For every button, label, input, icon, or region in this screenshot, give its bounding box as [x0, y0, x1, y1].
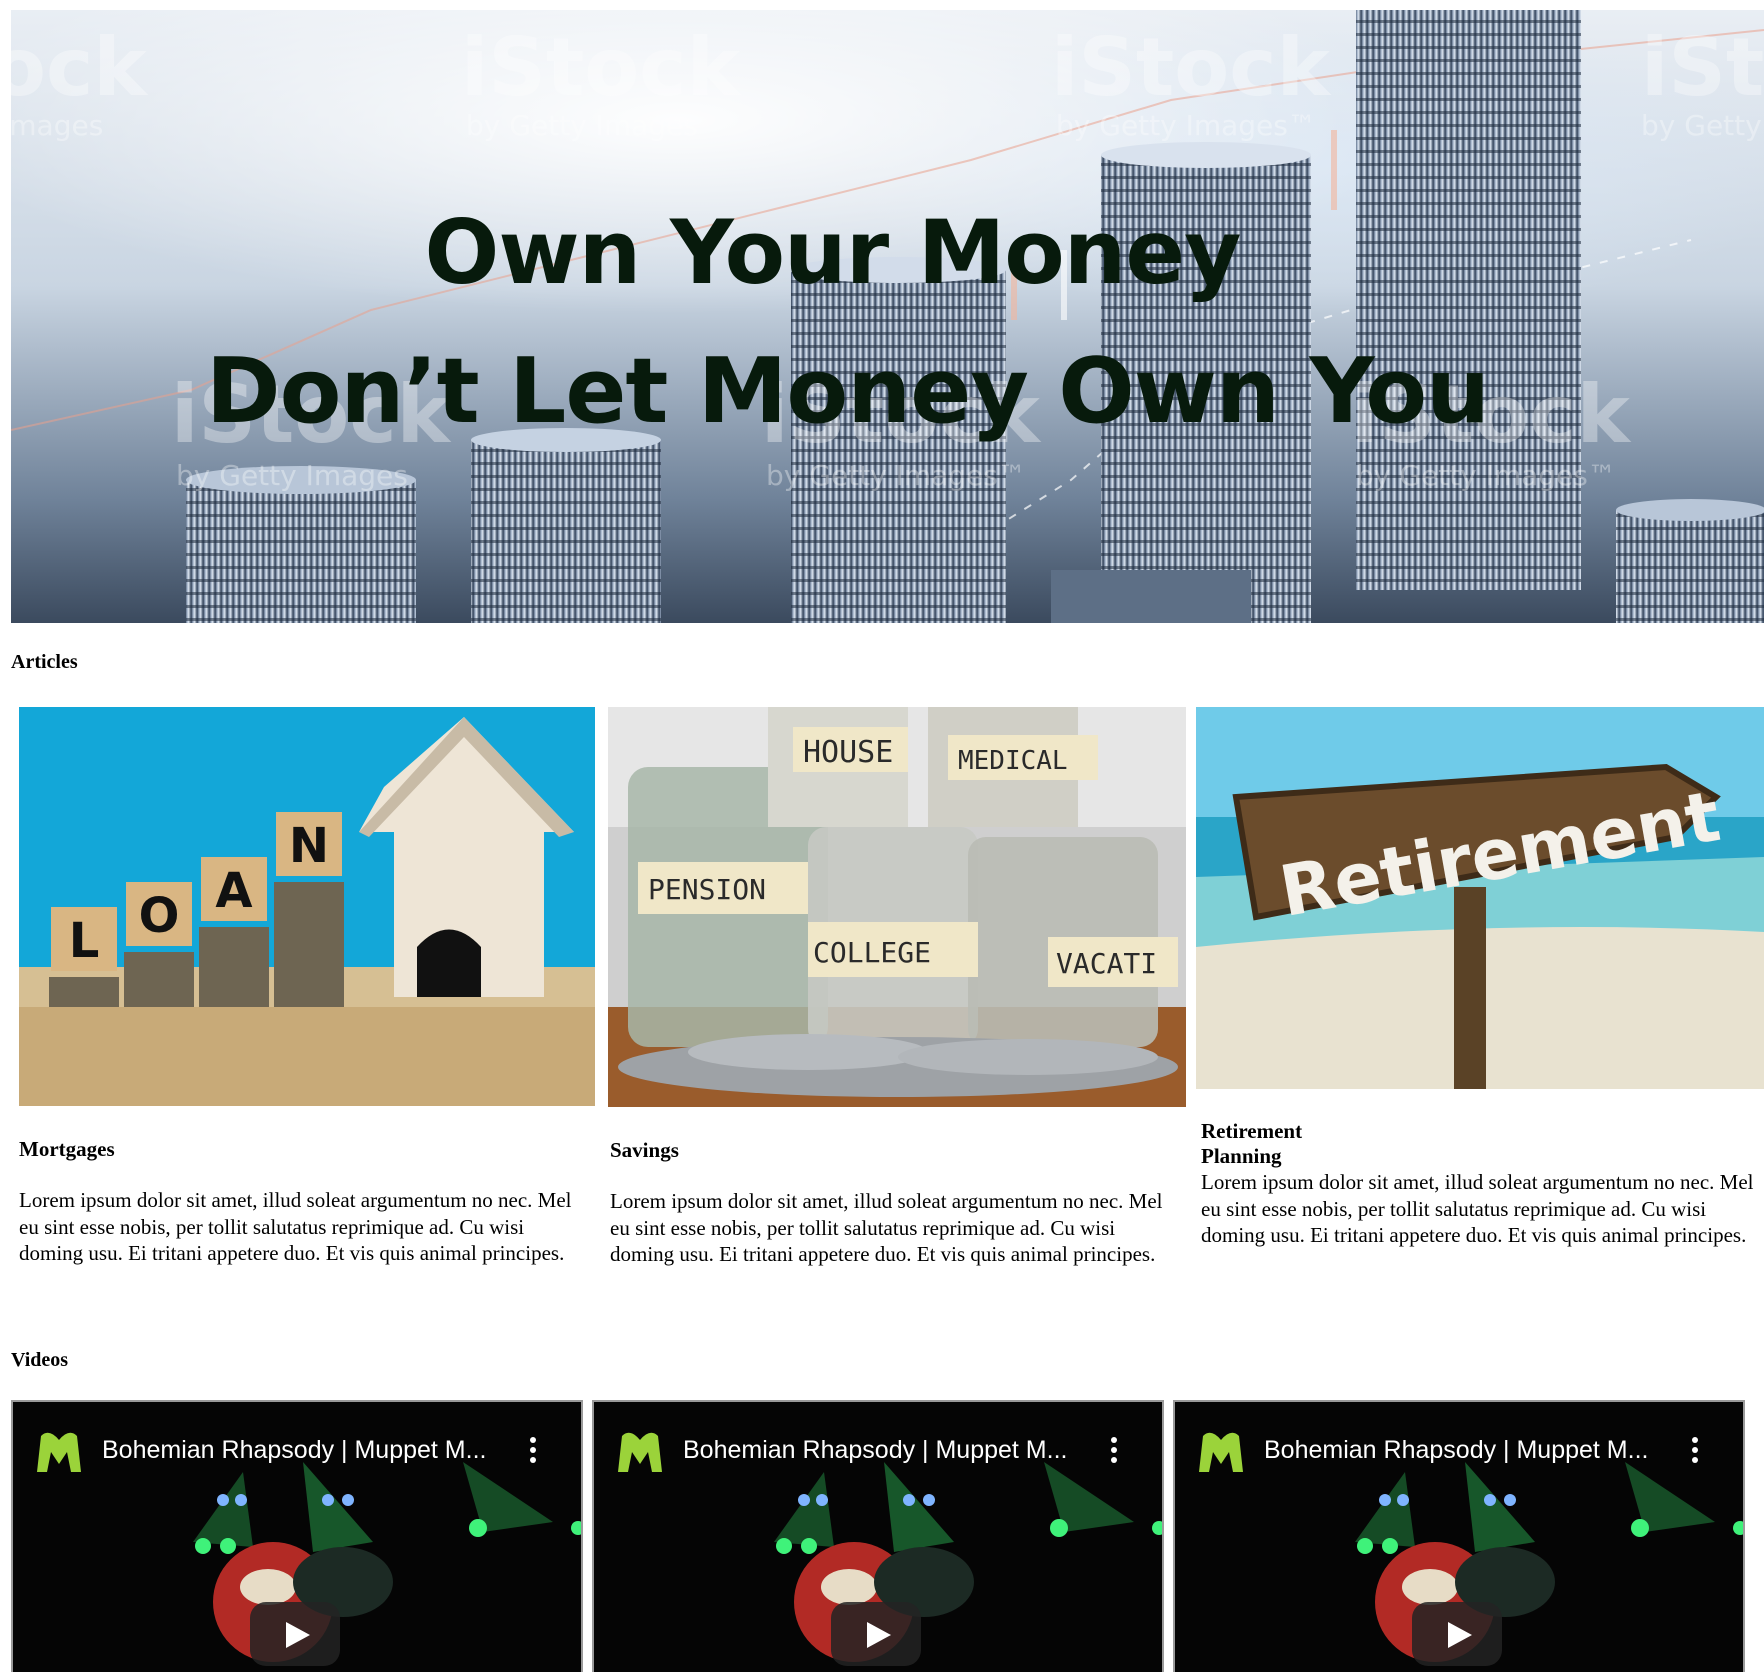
video-embed-2[interactable]: Bohemian Rhapsody | Muppet M... — [592, 1400, 1164, 1672]
video-title[interactable]: Bohemian Rhapsody | Muppet M... — [102, 1436, 502, 1465]
article-body: Lorem ipsum dolor sit amet, illud soleat… — [610, 1189, 1163, 1266]
jar-label-college: COLLEGE — [813, 936, 931, 969]
svg-text:iStock: iStock — [461, 21, 742, 114]
block-letter-1: L — [69, 913, 100, 969]
article-title[interactable]: Savings — [610, 1138, 679, 1163]
svg-text:iStock: iStock — [1051, 21, 1332, 114]
hero-background-image: ock iStock iStock iSt iStock iStock iSto… — [11, 10, 1764, 623]
svg-text:ock: ock — [11, 21, 148, 114]
svg-text:by Getty Images: by Getty Images — [176, 459, 408, 492]
hero-title-line1: Own Your Money — [424, 201, 1242, 304]
play-button-icon[interactable] — [250, 1602, 340, 1666]
svg-text:by Getty Images: by Getty Images — [466, 109, 698, 142]
hero-banner: ock iStock iStock iSt iStock iStock iSto… — [11, 10, 1764, 623]
jar-label-house: HOUSE — [803, 735, 893, 770]
svg-text:by Getty Images™: by Getty Images™ — [1056, 109, 1316, 142]
svg-text:by Getty Images™: by Getty Images™ — [766, 459, 1026, 492]
svg-text:Images: Images — [11, 109, 103, 142]
svg-text:iSt: iSt — [1641, 21, 1764, 114]
block-letter-4: N — [289, 818, 329, 874]
channel-logo-icon[interactable] — [1197, 1428, 1245, 1472]
block-letter-2: O — [139, 888, 180, 944]
more-options-icon[interactable] — [525, 1436, 541, 1464]
article-title[interactable]: Retirement Planning — [1201, 1119, 1302, 1169]
jar-label-vacation: VACATI — [1056, 947, 1157, 980]
article-body: Lorem ipsum dolor sit amet, illud soleat… — [19, 1188, 572, 1265]
play-button-icon[interactable] — [831, 1602, 921, 1666]
jar-label-pension: PENSION — [648, 873, 766, 906]
videos-heading: Videos — [11, 1349, 69, 1371]
play-button-icon[interactable] — [1412, 1602, 1502, 1666]
svg-text:by Getty: by Getty — [1641, 109, 1762, 142]
video-title[interactable]: Bohemian Rhapsody | Muppet M... — [1264, 1436, 1664, 1465]
svg-text:by Getty Images™: by Getty Images™ — [1356, 459, 1616, 492]
jar-label-medical: MEDICAL — [958, 746, 1068, 776]
more-options-icon[interactable] — [1106, 1436, 1122, 1464]
channel-logo-icon[interactable] — [616, 1428, 664, 1472]
channel-logo-icon[interactable] — [35, 1428, 83, 1472]
mortgage-loan-image: L O A N — [19, 707, 595, 1106]
more-options-icon[interactable] — [1687, 1436, 1703, 1464]
article-title[interactable]: Mortgages — [19, 1137, 115, 1162]
articles-heading: Articles — [11, 651, 78, 673]
video-title[interactable]: Bohemian Rhapsody | Muppet M... — [683, 1436, 1083, 1465]
article-body: Lorem ipsum dolor sit amet, illud soleat… — [1201, 1170, 1754, 1247]
video-embed-1[interactable]: Bohemian Rhapsody | Muppet M... — [11, 1400, 583, 1672]
hero-title-line2: Don’t Let Money Own You — [205, 339, 1490, 444]
block-letter-3: A — [215, 863, 252, 919]
video-embed-3[interactable]: Bohemian Rhapsody | Muppet M... — [1173, 1400, 1745, 1672]
savings-jars-image: HOUSE MEDICAL PENSION COLLEGE VACATI — [608, 707, 1186, 1107]
retirement-sign-image: Retirement — [1196, 707, 1764, 1089]
